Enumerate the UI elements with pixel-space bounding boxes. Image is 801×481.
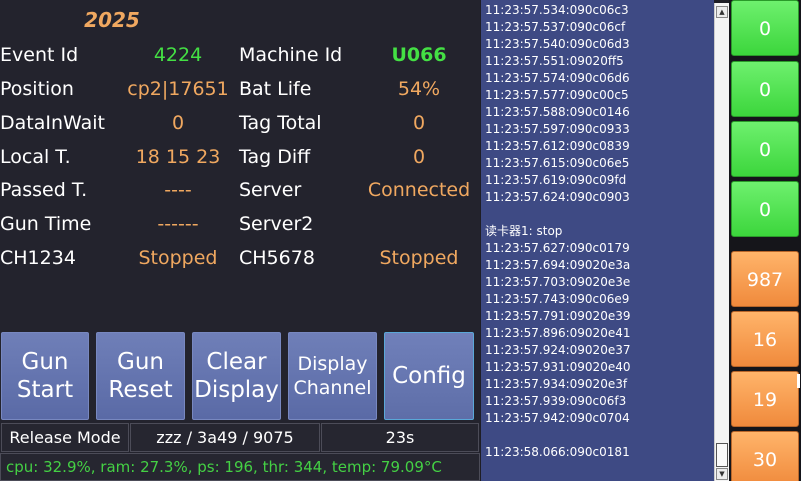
log-line: 11:23:57.537:090c06cf xyxy=(485,20,626,34)
scrollbar-thumb[interactable] xyxy=(716,443,728,467)
log-line: 11:23:57.896:09020e41 xyxy=(485,326,631,340)
bat-life-value: 54% xyxy=(397,78,441,100)
ch1234-status-value: Stopped xyxy=(138,247,218,269)
scroll-up-arrow-icon[interactable]: ▲ xyxy=(716,6,728,18)
counter-6[interactable]: 16 xyxy=(731,311,799,367)
year-title: 2025 xyxy=(84,8,140,32)
position-value: cp2|17651 xyxy=(127,78,229,100)
log-line: 11:23:57.574:090c06d6 xyxy=(485,71,630,85)
passed-time-label: Passed T. xyxy=(0,179,88,201)
log-line: 11:23:57.791:09020e39 xyxy=(485,309,631,323)
gun-start-button[interactable]: Gun Start xyxy=(1,332,89,420)
log-line: 11:23:57.612:090c0839 xyxy=(485,139,630,153)
gun-reset-button[interactable]: Gun Reset xyxy=(96,332,185,420)
counter-7[interactable]: 19 xyxy=(731,371,799,427)
log-line: 11:23:57.540:090c06d3 xyxy=(485,37,630,51)
log-line: 11:23:57.624:090c0903 xyxy=(485,190,630,204)
edge-marker xyxy=(797,374,800,388)
elapsed-time-field: 23s xyxy=(321,423,479,452)
local-time-label: Local T. xyxy=(0,146,71,168)
info-row-position: Position cp2|17651 Bat Life 54% xyxy=(0,72,480,106)
machine-id-value: U066 xyxy=(391,44,447,66)
mode-indicator: Release Mode xyxy=(1,423,129,452)
config-button[interactable]: Config xyxy=(384,332,474,420)
counter-1[interactable]: 0 xyxy=(731,0,799,56)
log-line: 11:23:57.694:09020e3a xyxy=(485,258,631,272)
tag-log-panel[interactable]: 11:23:57.534:090c06c3 11:23:57.537:090c06… xyxy=(481,0,714,481)
server2-label: Server2 xyxy=(239,213,314,235)
gun-start-label: Gun Start xyxy=(16,349,74,403)
position-label: Position xyxy=(0,78,74,100)
info-row-event: Event Id 4224 Machine Id U066 xyxy=(0,38,480,72)
log-line: 11:23:57.939:090c06f3 xyxy=(485,394,627,408)
server-status-value: Connected xyxy=(367,179,471,201)
log-line: 11:23:57.931:09020e40 xyxy=(485,360,631,374)
scroll-down-arrow-icon[interactable]: ▼ xyxy=(716,468,728,480)
machine-id-label: Machine Id xyxy=(239,44,343,66)
gun-time-value: ------ xyxy=(157,213,199,235)
counter-column: 0 0 0 0 987 16 19 30 xyxy=(729,0,801,481)
info-row-datainwait: DataInWait 0 Tag Total 0 xyxy=(0,106,480,140)
event-id-label: Event Id xyxy=(0,44,79,66)
log-line: 11:23:58.066:090c0181 xyxy=(485,445,630,459)
counter-8[interactable]: 30 xyxy=(731,431,799,481)
log-line: 11:23:57.924:09020e37 xyxy=(485,343,631,357)
gun-time-label: Gun Time xyxy=(0,213,92,235)
log-line: 11:23:57.934:09020e3f xyxy=(485,377,628,391)
log-scrollbar[interactable]: ▲ ▼ xyxy=(714,3,729,481)
data-in-wait-value: 0 xyxy=(171,112,185,134)
log-line: 11:23:57.627:090c0179 xyxy=(485,241,630,255)
id-info-field: zzz / 3a49 / 9075 xyxy=(130,423,320,452)
log-line: 11:23:57.597:090c0933 xyxy=(485,122,630,136)
log-line: 11:23:57.577:090c00c5 xyxy=(485,88,629,102)
server-label: Server xyxy=(239,179,302,201)
event-id-value: 4224 xyxy=(153,44,203,66)
counter-4[interactable]: 0 xyxy=(731,181,799,237)
display-channel-button[interactable]: Display Channel xyxy=(288,332,377,420)
system-stats-bar: cpu: 32.9%, ram: 27.3%, ps: 196, thr: 34… xyxy=(0,453,480,481)
info-row-gun-time: Gun Time ------ Server2 xyxy=(0,207,480,241)
gun-reset-label: Gun Reset xyxy=(108,349,173,403)
info-row-local-time: Local T. 18 15 23 Tag Diff 0 xyxy=(0,140,480,174)
clear-display-label: Clear Display xyxy=(194,349,279,403)
ch5678-status-value: Stopped xyxy=(379,247,459,269)
passed-time-value: ---- xyxy=(164,179,192,201)
status-panel: 2025 Event Id 4224 Machine Id U066 Posit… xyxy=(0,0,480,481)
counter-2[interactable]: 0 xyxy=(731,61,799,117)
counter-3[interactable]: 0 xyxy=(731,121,799,177)
log-line: 11:23:57.534:090c06c3 xyxy=(485,3,629,17)
info-row-channels: CH1234 Stopped CH5678 Stopped xyxy=(0,241,480,275)
log-line: 11:23:57.703:09020e3e xyxy=(485,275,631,289)
tag-total-label: Tag Total xyxy=(239,112,322,134)
ch1234-label: CH1234 xyxy=(0,247,76,269)
counter-5[interactable]: 987 xyxy=(731,251,799,307)
log-line: 11:23:57.551:09020ff5 xyxy=(485,54,624,68)
data-in-wait-label: DataInWait xyxy=(0,112,105,134)
tag-diff-label: Tag Diff xyxy=(239,146,311,168)
log-line: 11:23:57.743:090c06e9 xyxy=(485,292,630,306)
ch5678-label: CH5678 xyxy=(239,247,315,269)
display-channel-label: Display Channel xyxy=(293,353,372,399)
bat-life-label: Bat Life xyxy=(239,78,312,100)
log-line: 11:23:57.619:090c09fd xyxy=(485,173,627,187)
info-row-passed-time: Passed T. ---- Server Connected xyxy=(0,173,480,207)
tag-diff-value: 0 xyxy=(412,146,426,168)
local-time-value: 18 15 23 xyxy=(135,146,221,168)
log-line: 11:23:57.615:090c06e5 xyxy=(485,156,630,170)
config-label: Config xyxy=(392,363,466,389)
tag-total-value: 0 xyxy=(412,112,426,134)
log-line: 读卡器1: stop xyxy=(485,224,563,238)
clear-display-button[interactable]: Clear Display xyxy=(192,332,281,420)
log-line: 11:23:57.588:090c0146 xyxy=(485,105,630,119)
log-lines: 11:23:57.534:090c06c3 11:23:57.537:090c06… xyxy=(485,2,713,461)
log-line: 11:23:57.942:090c0704 xyxy=(485,411,630,425)
